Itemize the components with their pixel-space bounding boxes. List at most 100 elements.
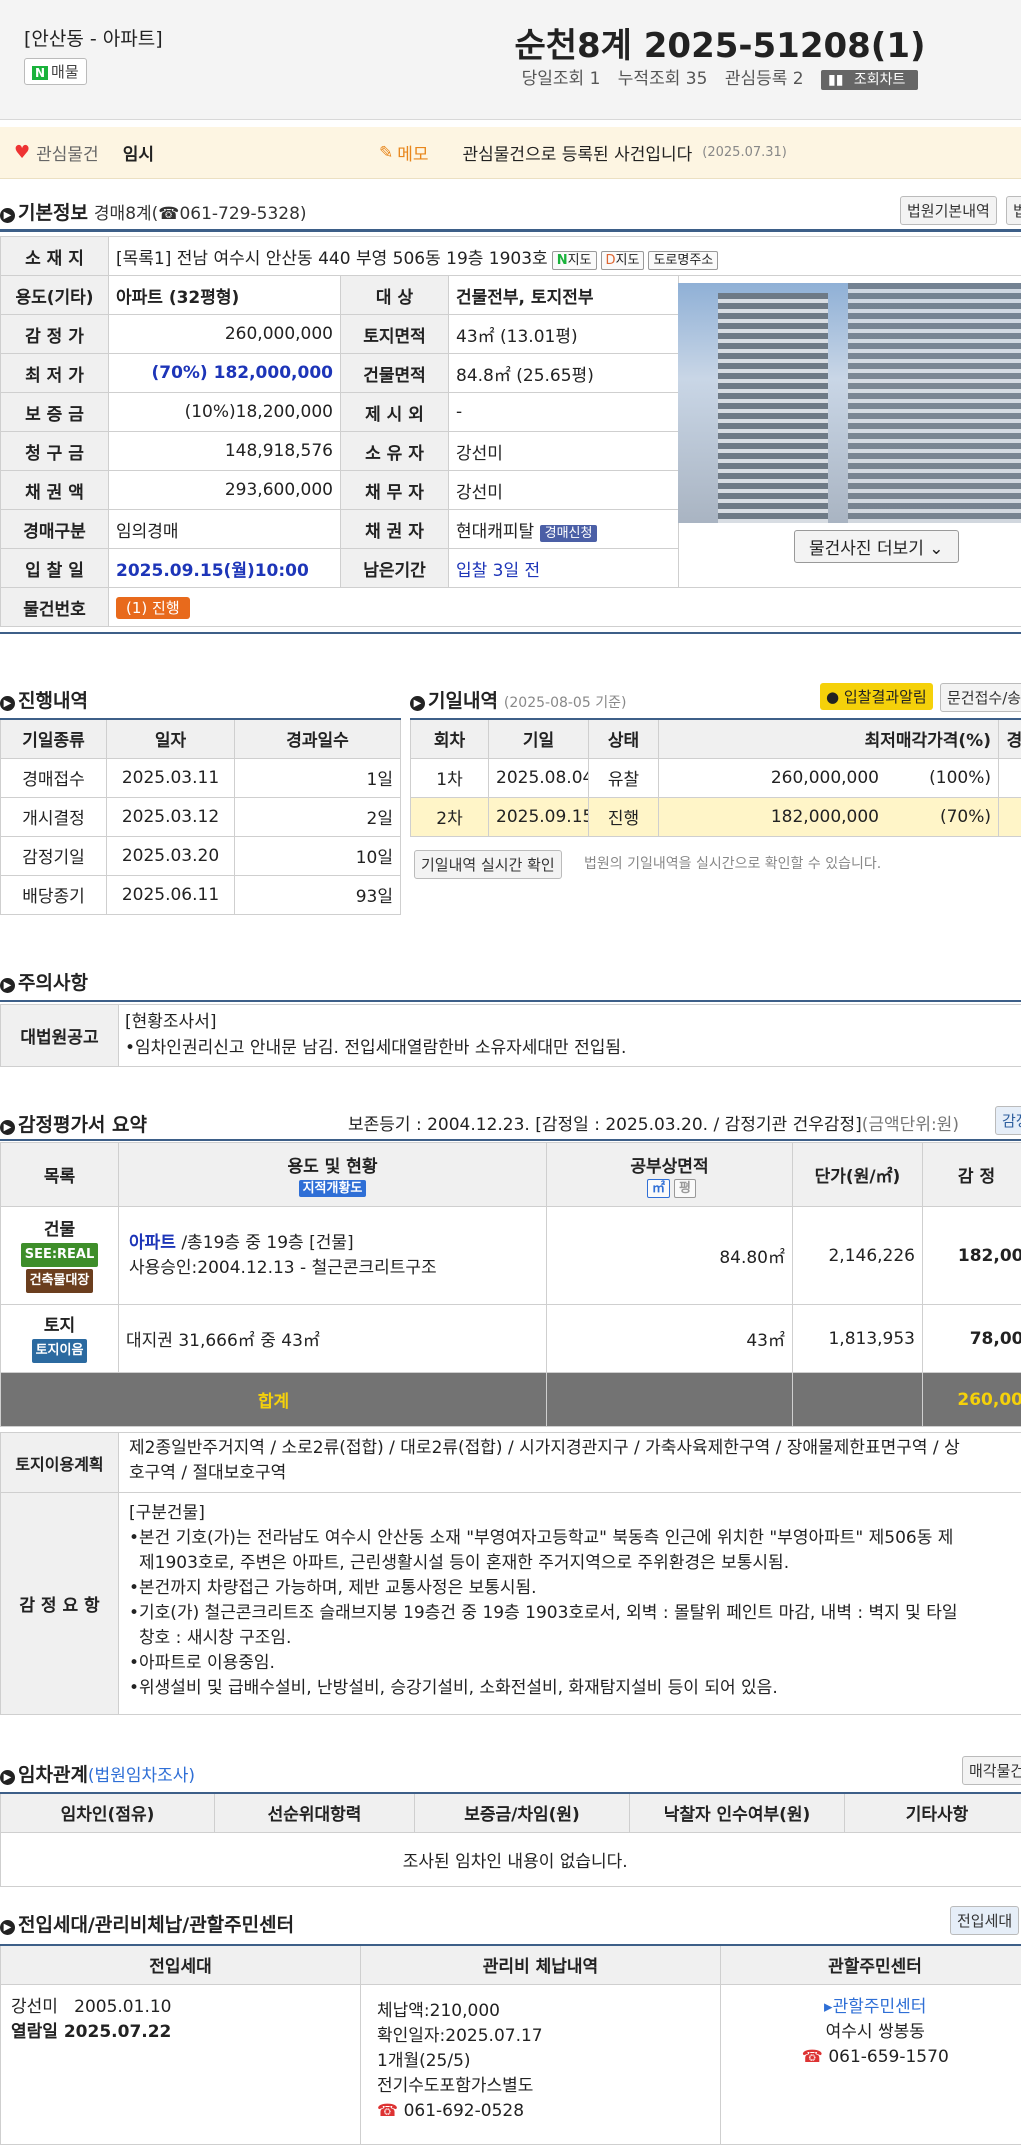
deposit-value: (10%)18,200,000 (109, 393, 341, 432)
item-no-badge[interactable]: (1) 진행 (116, 597, 190, 619)
col-header: 회차 (411, 719, 489, 758)
chevron-right-icon: ▶ (0, 696, 15, 711)
more-photos-button[interactable]: 물건사진 더보기 ⌄ (794, 530, 959, 563)
naver-map-button[interactable]: N지도 (552, 251, 597, 270)
memo-text: 관심물건으로 등록된 사건입니다 (463, 140, 693, 165)
basic-info-title: 기본정보 (18, 202, 88, 224)
col-header: 목록 (1, 1143, 119, 1207)
appraisal-heading: ▶감정평가서 요약 (0, 1110, 147, 1137)
view-chart-label: 조회차트 (854, 72, 906, 88)
pencil-icon[interactable]: ✎ (379, 143, 393, 163)
creditor-value: 현대캐피탈 (456, 522, 534, 542)
price-value: 182,000,000 (771, 807, 879, 827)
bid-result-alarm-button[interactable]: ● 입찰결과알림 (820, 683, 933, 710)
owner-value: 강선미 (449, 432, 679, 471)
price-pct: (100%) (879, 768, 991, 788)
realtime-check-button[interactable]: 기일내역 실시간 확인 (414, 850, 562, 879)
table-row: 경매접수2025.03.111일 (1, 758, 401, 797)
min-price-label: 최 저 가 (1, 354, 109, 393)
section-divider (0, 1139, 1021, 1141)
land-eum-button[interactable]: 토지이음 (32, 1339, 88, 1363)
center-cell: ▸관할주민센터여수시 쌍봉동☎ 061-659-1570 (721, 1984, 1021, 2144)
table-cell: 93일 (235, 875, 401, 914)
table-cell: 43㎡ (547, 1305, 793, 1373)
lease-survey-link[interactable]: (법원임차조사) (88, 1766, 195, 1786)
table-cell: 2차 (411, 797, 489, 836)
land-plan-text: 호구역 / 절대보호구역 (129, 1461, 1021, 1486)
table-cell (547, 1373, 793, 1427)
col-header: 상태 (589, 719, 659, 758)
notice-table: 대법원공고 [현황조사서]•임차인권리신고 안내문 남김. 전입세대열람한바 소… (0, 1004, 1021, 1067)
center-link[interactable]: 관할주민센터 (833, 1997, 927, 2017)
appraisal-title: 감정평가서 요약 (18, 1114, 147, 1136)
table-cell: 2,146,226 (793, 1207, 923, 1305)
appraisal-info-text: 보존등기 : 2004.12.23. [감정일 : 2025.03.20. / … (348, 1115, 862, 1135)
section-divider (0, 1000, 1021, 1002)
chevron-down-icon: ⌄ (929, 539, 943, 559)
total-label: 합계 (1, 1373, 547, 1427)
summary-line: •본건까지 차량접근 가능하며, 제반 교통사정은 보통시됨. (129, 1576, 1021, 1601)
unit-py-toggle[interactable]: 평 (674, 1179, 696, 1198)
creditor-cell: 현대캐피탈 경매신청 (449, 510, 679, 549)
col-header: 임차인(점유) (1, 1793, 215, 1832)
remaining-label: 남은기간 (341, 549, 449, 588)
chevron-right-icon: ▶ (0, 978, 15, 993)
building-row-label: 건물SEE:REAL건축물대장 (1, 1207, 119, 1305)
document-receipt-button[interactable]: 문건접수/송 (940, 683, 1021, 712)
realtime-check-note: 법원의 기일내역을 실시간으로 확인할 수 있습니다. (584, 853, 881, 873)
arrears-cell: 체납액:210,000확인일자:2025.07.171개월(25/5)전기수도포… (361, 1984, 721, 2144)
center-phone: 061-659-1570 (828, 2047, 948, 2067)
view-chart-button[interactable]: ▮▮ 조회차트 (821, 70, 918, 90)
col-header: 경 (999, 719, 1021, 758)
unit-note: (금액단위:원) (862, 1115, 959, 1135)
col-header: 단가(원/㎡) (793, 1143, 923, 1207)
building-use-link[interactable]: 아파트 (129, 1233, 176, 1253)
daum-map-label: 지도 (616, 253, 640, 268)
court-extra-button[interactable]: 법 (1006, 196, 1021, 225)
progress-heading: ▶진행내역 (0, 686, 88, 713)
resident-title: 전입세대/관리비체납/관할주민센터 (18, 1914, 294, 1936)
resident-button[interactable]: 전입세대 (950, 1906, 1019, 1935)
notice-content: [현황조사서]•임차인권리신고 안내문 남김. 전입세대열람한바 소유자세대만 … (119, 1005, 1021, 1067)
table-row: 감정기일2025.03.2010일 (1, 836, 401, 875)
arrears-amount: 체납액:210,000 (377, 1999, 704, 2024)
col-header: 선순위대항력 (215, 1793, 415, 1832)
summary-line: •본건 기호(가)는 전라남도 여수시 안산동 소재 "부영여자고등학교" 북동… (129, 1526, 1021, 1551)
heart-icon[interactable]: ♥ (14, 142, 30, 163)
notice-line: [현황조사서] (125, 1009, 1021, 1035)
table-cell (793, 1373, 923, 1427)
property-photo[interactable] (678, 283, 1021, 523)
price-pct: (70%) (879, 807, 991, 827)
col-header: 일자 (107, 719, 235, 758)
location-label: [안산동 - 아파트] (24, 24, 163, 51)
road-address-button[interactable]: 도로명주소 (648, 251, 718, 270)
table-cell: 배당종기 (1, 875, 107, 914)
table-cell: 2025.03.12 (107, 797, 235, 836)
naver-listing-button[interactable]: N매물 (24, 58, 87, 85)
unit-m2-toggle[interactable]: ㎡ (647, 1179, 670, 1198)
memo-button[interactable]: 메모 (397, 140, 428, 165)
address-label: 소 재 지 (1, 237, 109, 276)
table-cell: 2025.09.15 (489, 797, 589, 836)
court-basic-button[interactable]: 법원기본내역 (900, 196, 997, 225)
total-value: 260,00 (923, 1373, 1021, 1427)
col-header: 전입세대 (1, 1945, 361, 1984)
lease-heading: ▶임차관계(법원임차조사) (0, 1760, 195, 1787)
appraisal-button[interactable]: 감정 (995, 1106, 1021, 1135)
table-cell (999, 758, 1021, 797)
lease-title: 임차관계 (18, 1764, 88, 1786)
seereal-button[interactable]: SEE:REAL (21, 1243, 99, 1267)
view-stats: 당일조회 1 누적조회 35 관심등록 2 ▮▮ 조회차트 (420, 64, 1020, 89)
arrears-phone: 061-692-0528 (404, 2101, 524, 2121)
sale-item-button[interactable]: 매각물건 (962, 1756, 1021, 1785)
appraisal-value: 260,000,000 (109, 315, 341, 354)
building-ledger-button[interactable]: 건축물대장 (26, 1269, 94, 1293)
table-cell: 2025.08.04 (489, 758, 589, 797)
auction-request-badge: 경매신청 (540, 525, 598, 542)
cadastral-map-button[interactable]: 지적개황도 (299, 1180, 367, 1197)
debt-value: 293,600,000 (109, 471, 341, 510)
owner-label: 소 유 자 (341, 432, 449, 471)
speech-bubble-icon: ● (826, 688, 839, 706)
daum-map-button[interactable]: D지도 (601, 251, 645, 270)
interest-value: 임시 (123, 140, 154, 165)
